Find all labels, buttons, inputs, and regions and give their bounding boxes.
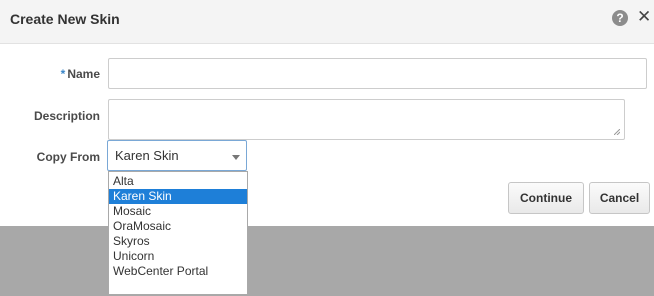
option-webcenter-portal[interactable]: WebCenter Portal: [109, 264, 247, 279]
description-input[interactable]: [108, 99, 625, 140]
cancel-button[interactable]: Cancel: [589, 182, 650, 214]
option-karen-skin[interactable]: Karen Skin: [109, 189, 247, 204]
name-input[interactable]: [108, 58, 647, 89]
option-oramosaic[interactable]: OraMosaic: [109, 219, 247, 234]
option-skyros[interactable]: Skyros: [109, 234, 247, 249]
help-icon[interactable]: ?: [612, 10, 628, 26]
option-unicorn[interactable]: Unicorn: [109, 249, 247, 264]
copy-from-selected-value: Karen Skin: [115, 148, 179, 163]
name-label-text: Name: [67, 67, 100, 81]
close-icon[interactable]: ✕: [637, 8, 651, 25]
description-label: Description: [33, 109, 100, 123]
dialog-title: Create New Skin: [10, 11, 120, 27]
copy-from-label: Copy From: [36, 150, 100, 164]
background-overlay: [0, 226, 654, 296]
name-label: * Name: [2, 67, 100, 81]
continue-button[interactable]: Continue: [508, 182, 584, 214]
chevron-down-icon[interactable]: [232, 155, 240, 160]
resize-grip-icon[interactable]: [614, 129, 620, 135]
copy-from-options-list: Alta Karen Skin Mosaic OraMosaic Skyros …: [108, 171, 248, 295]
required-star: *: [60, 67, 66, 81]
option-alta[interactable]: Alta: [109, 174, 247, 189]
copy-from-select[interactable]: Karen Skin: [107, 140, 247, 171]
dialog-header: Create New Skin ? ✕: [0, 0, 654, 44]
option-mosaic[interactable]: Mosaic: [109, 204, 247, 219]
